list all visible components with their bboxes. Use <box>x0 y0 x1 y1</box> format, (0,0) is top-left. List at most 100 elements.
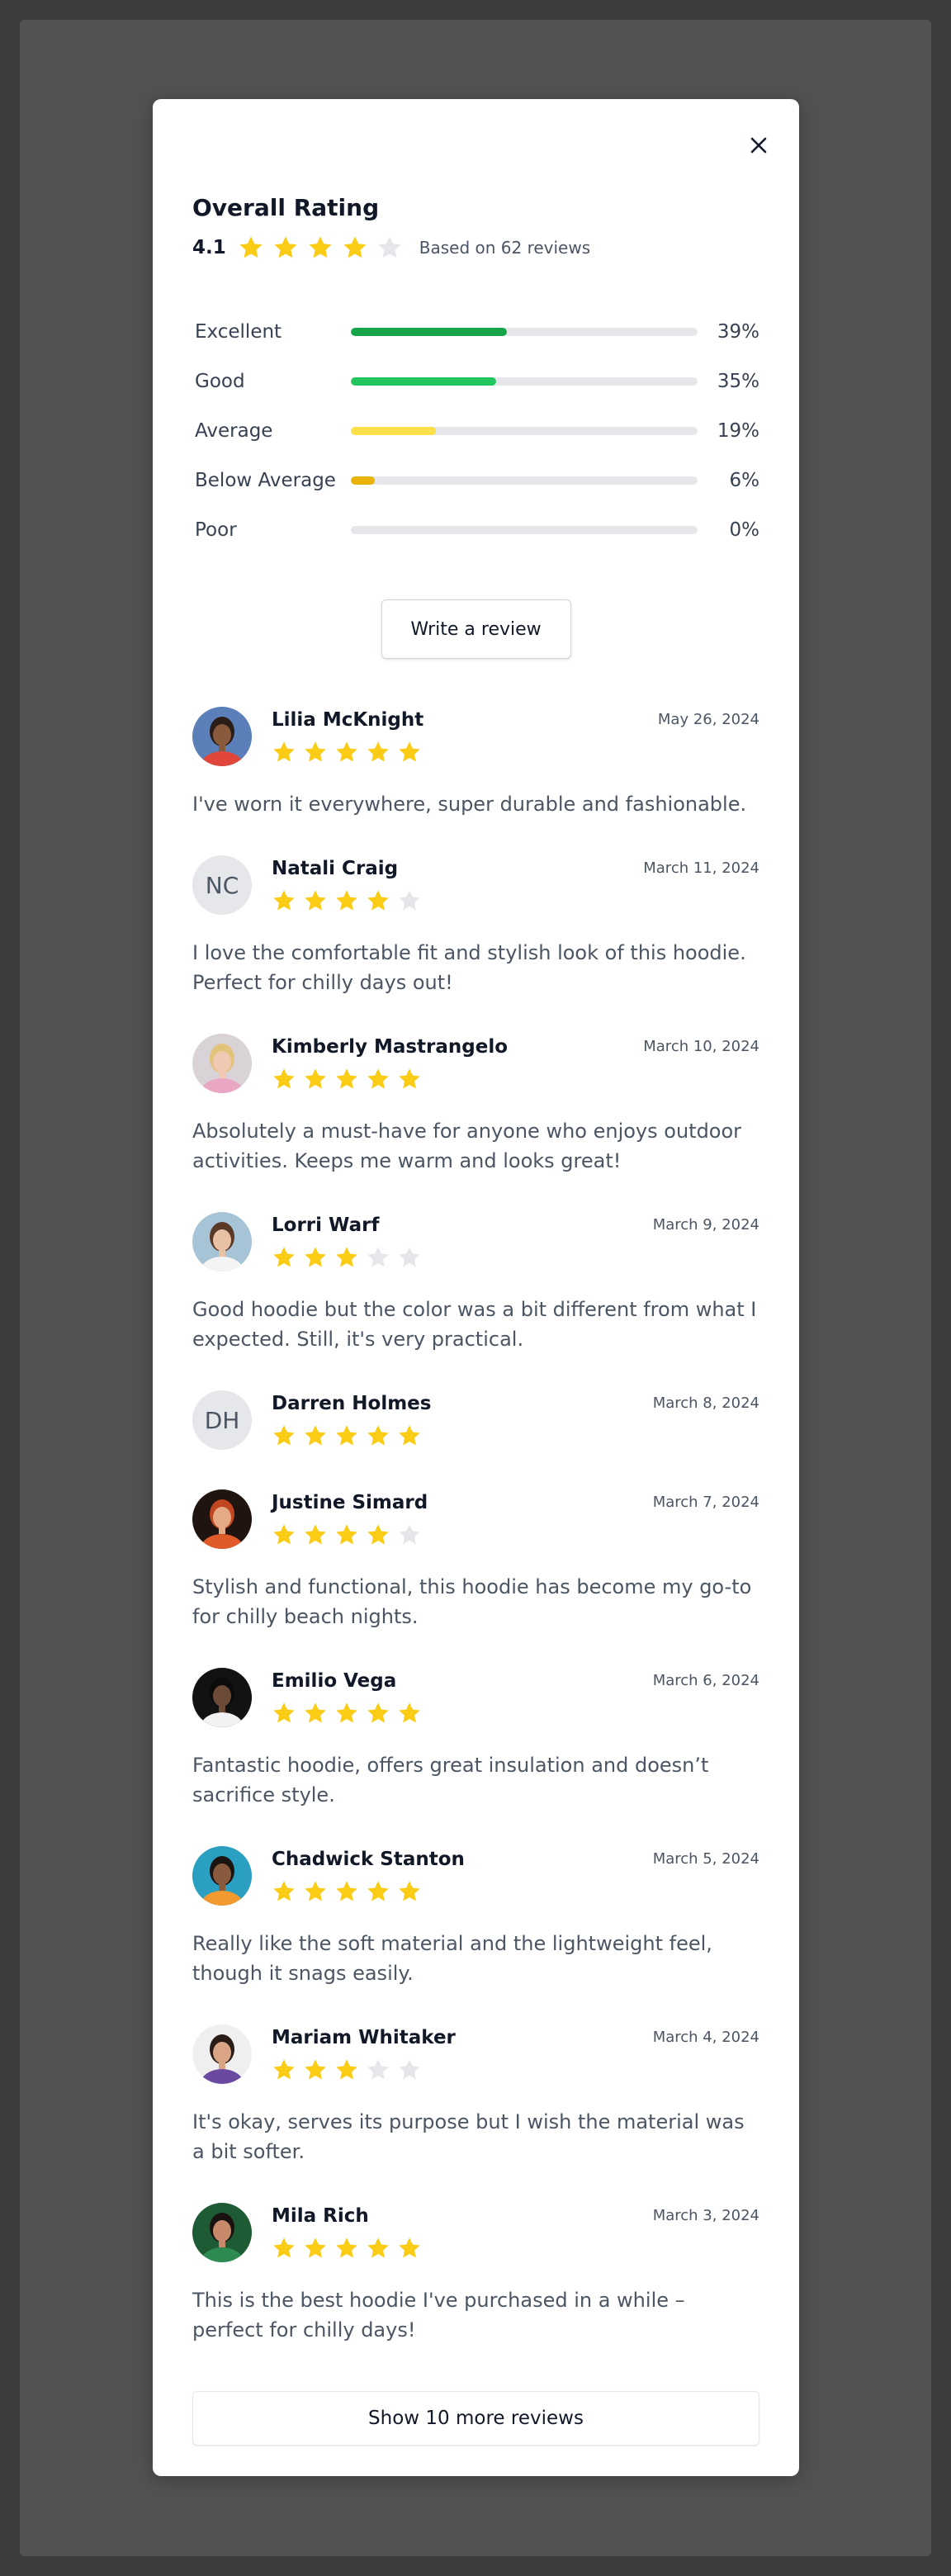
reviewer-name: Chadwick Stanton <box>272 1849 465 1870</box>
distribution-row: Excellent 39% <box>192 307 759 357</box>
rating-distribution: Excellent 39% Good 35% Average 19% Below Avera… <box>192 307 759 555</box>
review-text: Fantastic hoodie, offers great insulatio… <box>192 1754 709 1807</box>
review-star-rating <box>272 740 658 765</box>
close-icon <box>750 137 767 154</box>
distribution-row: Poor 0% <box>192 505 759 555</box>
review-header: Mila Rich March 3, 2024 <box>192 2203 759 2262</box>
show-more-reviews-button[interactable]: Show 10 more reviews <box>192 2391 759 2446</box>
review-count: Based on 62 reviews <box>419 238 591 258</box>
review-header: Lilia McKnight May 26, 2024 <box>192 707 759 766</box>
star-filled-icon <box>334 1067 359 1091</box>
star-empty-icon <box>397 1522 422 1547</box>
review-date: March 4, 2024 <box>652 2029 759 2046</box>
star-filled-icon <box>303 1067 328 1091</box>
avatar <box>192 2203 252 2262</box>
star-filled-icon <box>397 1879 422 1904</box>
star-filled-icon <box>366 2236 390 2261</box>
star-filled-icon <box>366 740 390 765</box>
review-text: Stylish and functional, this hoodie has … <box>192 1575 752 1628</box>
distribution-row: Average 19% <box>192 406 759 456</box>
distribution-percent: 35% <box>717 371 759 392</box>
reviews-modal: Overall Rating 4.1 Based on 62 reviews E… <box>153 99 799 2476</box>
star-filled-icon <box>334 2236 359 2261</box>
review-star-rating <box>272 1067 643 1091</box>
write-review-button[interactable]: Write a review <box>381 599 571 659</box>
star-empty-icon <box>397 2057 422 2082</box>
review-item: Mariam Whitaker March 4, 2024 It's okay, s… <box>192 2024 759 2203</box>
distribution-percent: 19% <box>717 420 759 442</box>
star-filled-icon <box>366 888 390 913</box>
star-filled-icon <box>397 1067 422 1091</box>
review-list: Lilia McKnight May 26, 2024 I've worn it e… <box>192 707 759 2381</box>
average-star-rating <box>238 234 403 261</box>
review-date: March 11, 2024 <box>643 859 759 877</box>
star-filled-icon <box>303 1423 328 1448</box>
avatar <box>192 1212 252 1271</box>
star-empty-icon <box>397 888 422 913</box>
avatar: DH <box>192 1390 252 1450</box>
review-header: Mariam Whitaker March 4, 2024 <box>192 2024 759 2084</box>
review-date: March 6, 2024 <box>652 1672 759 1689</box>
star-filled-icon <box>334 1879 359 1904</box>
distribution-percent: 6% <box>729 470 760 491</box>
reviewer-name: Emilio Vega <box>272 1670 397 1692</box>
distribution-bar-track <box>351 476 698 485</box>
star-filled-icon <box>238 234 264 261</box>
avatar <box>192 2024 252 2084</box>
distribution-bar-fill <box>351 427 436 435</box>
review-header: Justine Simard March 7, 2024 <box>192 1489 759 1549</box>
star-empty-icon <box>397 1245 422 1270</box>
star-filled-icon <box>272 1423 296 1448</box>
star-filled-icon <box>366 1701 390 1726</box>
reviewer-name: Mila Rich <box>272 2205 369 2227</box>
review-header: Lorri Warf March 9, 2024 <box>192 1212 759 1271</box>
star-filled-icon <box>397 740 422 765</box>
review-date: May 26, 2024 <box>657 711 759 728</box>
star-filled-icon <box>272 1701 296 1726</box>
review-star-rating <box>272 1522 653 1547</box>
review-star-rating <box>272 1701 653 1726</box>
distribution-label: Poor <box>195 519 237 541</box>
reviewer-name: Lilia McKnight <box>272 709 424 731</box>
star-filled-icon <box>303 1522 328 1547</box>
review-item: Kimberly Mastrangelo March 10, 2024 Absolu… <box>192 1034 759 1212</box>
star-filled-icon <box>366 1522 390 1547</box>
star-filled-icon <box>303 1701 328 1726</box>
review-item: Justine Simard March 7, 2024 Stylish and f… <box>192 1489 759 1668</box>
star-filled-icon <box>303 2236 328 2261</box>
review-date: March 8, 2024 <box>652 1395 759 1412</box>
star-filled-icon <box>272 234 299 261</box>
avatar <box>192 1034 252 1093</box>
star-empty-icon <box>376 234 403 261</box>
star-filled-icon <box>334 2057 359 2082</box>
distribution-bar-track <box>351 377 698 386</box>
distribution-label: Average <box>195 420 273 442</box>
review-star-rating <box>272 888 643 913</box>
distribution-percent: 39% <box>717 321 759 343</box>
star-filled-icon <box>303 2057 328 2082</box>
star-filled-icon <box>272 2057 296 2082</box>
review-item: NC Natali Craig March 11, 2024 I love the c… <box>192 855 759 1034</box>
star-filled-icon <box>334 1522 359 1547</box>
review-text: It's okay, serves its purpose but I wish… <box>192 2110 745 2163</box>
distribution-bar-fill <box>351 328 507 336</box>
avatar <box>192 1489 252 1549</box>
review-date: March 9, 2024 <box>652 1216 759 1234</box>
star-filled-icon <box>366 1067 390 1091</box>
close-button[interactable] <box>744 130 774 160</box>
review-item: Emilio Vega March 6, 2024 Fantastic hoodie… <box>192 1668 759 1846</box>
reviewer-name: Mariam Whitaker <box>272 2027 456 2048</box>
star-filled-icon <box>303 740 328 765</box>
star-filled-icon <box>303 1879 328 1904</box>
avatar: NC <box>192 855 252 915</box>
review-text: Absolutely a must-have for anyone who en… <box>192 1120 742 1172</box>
review-star-rating <box>272 1245 653 1270</box>
modal-content: Overall Rating 4.1 Based on 62 reviews E… <box>192 192 759 2381</box>
avatar <box>192 1846 252 1906</box>
star-filled-icon <box>397 1423 422 1448</box>
distribution-row: Good 35% <box>192 357 759 406</box>
star-filled-icon <box>307 234 334 261</box>
review-header: Kimberly Mastrangelo March 10, 2024 <box>192 1034 759 1093</box>
review-star-rating <box>272 1423 653 1448</box>
star-filled-icon <box>272 2236 296 2261</box>
